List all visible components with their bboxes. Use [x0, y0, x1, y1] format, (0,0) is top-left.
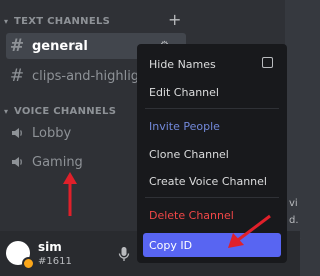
menu-item-clone-channel[interactable]: Clone Channel [149, 148, 229, 161]
channel-name: Gaming [32, 154, 83, 170]
hide-names-checkbox[interactable] [262, 57, 273, 68]
hash-icon: # [9, 36, 25, 56]
menu-divider [145, 108, 279, 109]
category-text-channels[interactable]: ▾ TEXT CHANNELS [4, 14, 110, 28]
menu-item-create-voice-channel[interactable]: Create Voice Channel [149, 175, 267, 188]
category-label: VOICE CHANNELS [14, 105, 117, 117]
microphone-icon[interactable] [118, 246, 130, 266]
user-tag: #1611 [38, 256, 72, 267]
category-voice-channels[interactable]: ▾ VOICE CHANNELS [4, 104, 116, 118]
annotation-arrow-up-icon [63, 172, 77, 216]
channel-name: Lobby [32, 125, 72, 141]
username: sim [38, 240, 62, 254]
hash-icon: # [9, 66, 25, 86]
channel-name: general [32, 38, 88, 54]
chevron-down-icon: ▾ [4, 106, 9, 116]
menu-item-edit-channel[interactable]: Edit Channel [149, 86, 219, 99]
speaker-icon [6, 126, 28, 140]
menu-item-invite-people[interactable]: Invite People [149, 120, 220, 133]
speaker-icon [6, 155, 28, 169]
voice-channel-lobby[interactable]: Lobby [6, 120, 71, 146]
status-moon-icon [22, 257, 35, 270]
menu-item-hide-names[interactable]: Hide Names [149, 58, 216, 71]
create-channel-plus-icon[interactable]: + [168, 12, 181, 28]
chat-text-fragment: vi [289, 198, 298, 209]
menu-divider [145, 197, 279, 198]
chevron-down-icon: ▾ [4, 16, 9, 26]
annotation-arrow-down-left-icon [228, 214, 271, 248]
menu-item-copy-id[interactable]: Copy ID [149, 239, 192, 252]
category-label: TEXT CHANNELS [14, 15, 111, 27]
chat-text-fragment: d. [289, 215, 299, 226]
